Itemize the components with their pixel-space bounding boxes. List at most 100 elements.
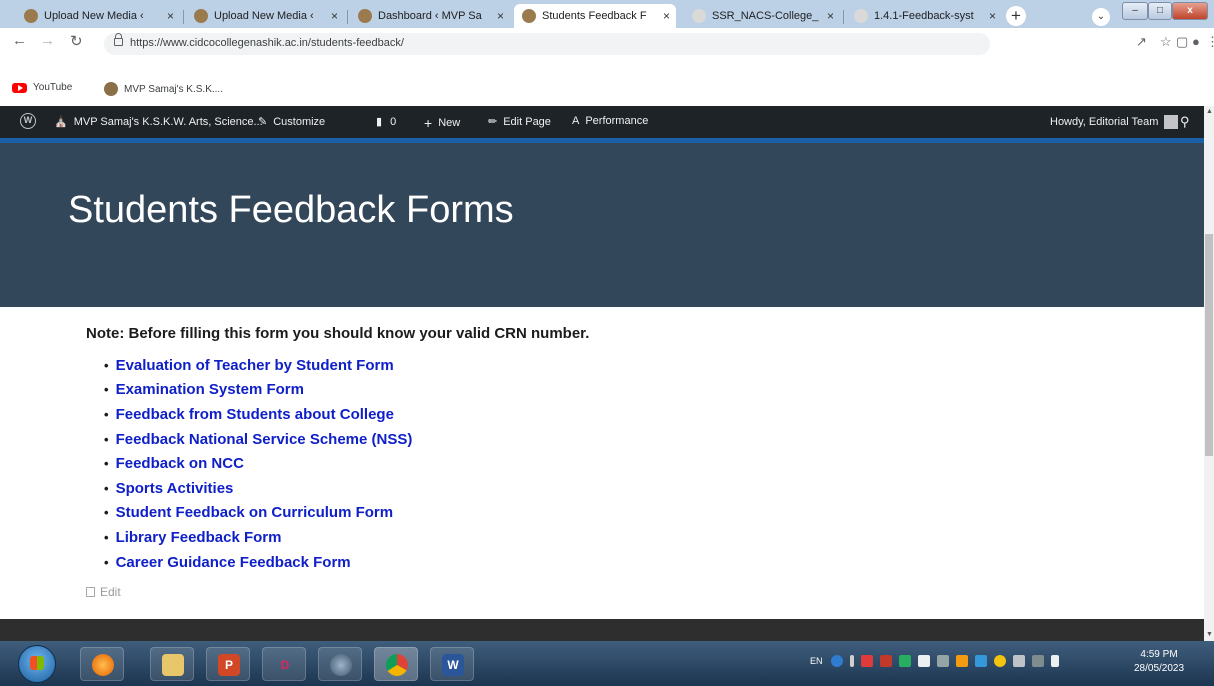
globe-app-icon xyxy=(330,654,352,676)
new-tab-button[interactable]: + xyxy=(1006,6,1026,26)
taskbar-chrome[interactable] xyxy=(374,647,418,681)
tab-close-icon[interactable]: × xyxy=(167,9,174,23)
side-panel-icon[interactable]: ▢ xyxy=(1176,34,1188,50)
feedback-link-career-guidance[interactable]: • Career Guidance Feedback Form xyxy=(104,550,412,575)
wp-performance[interactable]: A Performance xyxy=(572,115,648,127)
back-arrow-icon[interactable]: ← xyxy=(12,32,27,49)
tray-device-icon[interactable] xyxy=(936,655,949,667)
feedback-link-library[interactable]: • Library Feedback Form xyxy=(104,525,412,550)
wp-customize[interactable]: ✎ Customize xyxy=(258,115,326,129)
edit-label: Edit xyxy=(100,585,121,599)
volume-icon[interactable] xyxy=(1050,655,1059,667)
wp-edit-page[interactable]: ✏ Edit Page xyxy=(488,115,551,129)
bookmark-star-icon[interactable]: ☆ xyxy=(1160,34,1172,50)
performance-label: Performance xyxy=(585,115,649,127)
feedback-link-sports[interactable]: • Sports Activities xyxy=(104,476,412,501)
wp-comments[interactable]: ▮ 0 xyxy=(376,115,396,129)
page-content: Note: Before filling this form you shoul… xyxy=(0,307,1204,619)
tab-close-icon[interactable]: × xyxy=(497,9,504,23)
feedback-link-teacher-evaluation[interactable]: • Evaluation of Teacher by Student Form xyxy=(104,353,412,378)
close-window-icon[interactable]: x xyxy=(1172,2,1208,20)
edit-icon xyxy=(86,587,95,597)
new-label: New xyxy=(438,117,461,129)
mvp-logo-icon xyxy=(104,82,118,96)
tray-notify-icon[interactable] xyxy=(993,655,1006,667)
share-icon[interactable]: ↗ xyxy=(1136,34,1147,50)
battery-icon[interactable] xyxy=(1031,655,1044,667)
tray-app-icon[interactable] xyxy=(860,655,873,667)
wp-account-menu[interactable]: Howdy, Editorial Team xyxy=(1050,115,1179,129)
performance-icon: A xyxy=(572,115,580,127)
tab-close-icon[interactable]: × xyxy=(331,9,338,23)
feedback-link-nss[interactable]: • Feedback National Service Scheme (NSS) xyxy=(104,427,412,452)
feedback-link-examination-system[interactable]: • Examination System Form xyxy=(104,378,412,403)
browser-tab[interactable]: 1.4.1-Feedback-syst × xyxy=(846,4,1002,28)
bookmark-mvp[interactable]: MVP Samaj's K.S.K.... xyxy=(104,82,223,96)
language-indicator[interactable]: EN xyxy=(810,656,823,666)
url-text[interactable]: https://www.cidcocollegenashik.ac.in/stu… xyxy=(130,37,404,49)
taskbar-word[interactable]: W xyxy=(430,647,474,681)
tab-title: Dashboard ‹ MVP Sa xyxy=(378,10,482,22)
wp-site-name[interactable]: ⛪ MVP Samaj's K.S.K.W. Arts, Science... xyxy=(54,115,263,129)
browser-tab[interactable]: Upload New Media ‹ × xyxy=(186,4,344,28)
browser-tab[interactable]: Upload New Media ‹ × xyxy=(16,4,180,28)
browser-tab[interactable]: Dashboard ‹ MVP Sa × xyxy=(350,4,510,28)
taskbar-divx[interactable]: D xyxy=(262,647,306,681)
youtube-icon xyxy=(12,82,27,93)
brush-icon: ✎ xyxy=(258,116,268,128)
maximize-icon[interactable]: □ xyxy=(1148,2,1172,20)
action-center-flag-icon[interactable] xyxy=(917,655,930,667)
taskbar-file-explorer[interactable] xyxy=(150,647,194,681)
profile-icon[interactable]: ● xyxy=(1192,34,1200,49)
feedback-link-ncc[interactable]: • Feedback on NCC xyxy=(104,451,412,476)
tab-close-icon[interactable]: × xyxy=(989,9,996,23)
feedback-link-about-college[interactable]: • Feedback from Students about College xyxy=(104,402,412,427)
customize-label: Customize xyxy=(273,115,326,128)
bookmark-label: YouTube xyxy=(33,82,73,93)
minimize-icon[interactable]: – xyxy=(1122,2,1148,20)
tab-close-icon[interactable]: × xyxy=(827,9,834,23)
page-scrollbar[interactable]: ▲ ▼ xyxy=(1204,106,1214,641)
wordpress-logo-icon[interactable]: W xyxy=(20,113,36,129)
edit-link[interactable]: Edit xyxy=(86,585,121,599)
taskbar-app[interactable] xyxy=(318,647,362,681)
tray-pin-icon[interactable] xyxy=(849,655,854,667)
site-favicon-icon xyxy=(358,9,372,23)
start-button[interactable] xyxy=(18,645,56,683)
bookmark-youtube[interactable]: YouTube xyxy=(12,82,72,93)
system-clock[interactable]: 4:59 PM 28/05/2023 xyxy=(1134,648,1184,676)
wp-new[interactable]: + New xyxy=(424,115,460,131)
taskbar-firefox[interactable] xyxy=(80,647,124,681)
reload-icon[interactable]: ↻ xyxy=(70,32,83,50)
scroll-down-icon[interactable]: ▼ xyxy=(1206,631,1213,638)
tab-title: Students Feedback F xyxy=(542,10,647,22)
powerpoint-icon: P xyxy=(218,654,240,676)
forward-arrow-icon[interactable]: → xyxy=(40,32,55,49)
tray-storage-icon[interactable] xyxy=(974,655,987,667)
tray-update-icon[interactable] xyxy=(955,655,968,667)
tray-network-icon[interactable] xyxy=(898,655,911,667)
greeting-label: Howdy, Editorial Team xyxy=(1050,116,1159,128)
scrollbar-thumb[interactable] xyxy=(1205,234,1213,456)
tab-title: SSR_NACS-College_ xyxy=(712,10,819,22)
search-icon[interactable]: ⚲ xyxy=(1180,114,1190,130)
home-icon: ⛪ xyxy=(54,116,68,128)
tab-close-icon[interactable]: × xyxy=(663,9,670,23)
system-tray: EN xyxy=(810,655,1066,667)
edit-page-label: Edit Page xyxy=(503,115,551,128)
page-title: Students Feedback Forms xyxy=(68,189,514,231)
help-icon[interactable] xyxy=(830,655,843,667)
taskbar-powerpoint[interactable]: P xyxy=(206,647,250,681)
windows-taskbar: P D W EN 4:59 PM 28/05/2023 xyxy=(0,641,1214,686)
browser-tab-active[interactable]: Students Feedback F × xyxy=(514,4,676,28)
scroll-up-icon[interactable]: ▲ xyxy=(1206,108,1213,115)
address-bar[interactable]: https://www.cidcocollegenashik.ac.in/stu… xyxy=(104,33,990,55)
word-icon: W xyxy=(442,654,464,676)
tab-search-chevron-icon[interactable]: ⌄ xyxy=(1092,8,1110,26)
tab-title: Upload New Media ‹ xyxy=(214,10,314,22)
tray-tool-icon[interactable] xyxy=(879,655,892,667)
kebab-menu-icon[interactable]: ⋮ xyxy=(1206,34,1214,50)
browser-tab[interactable]: SSR_NACS-College_ × xyxy=(684,4,840,28)
feedback-link-curriculum[interactable]: • Student Feedback on Curriculum Form xyxy=(104,501,412,526)
signal-bars-icon[interactable] xyxy=(1012,655,1025,667)
